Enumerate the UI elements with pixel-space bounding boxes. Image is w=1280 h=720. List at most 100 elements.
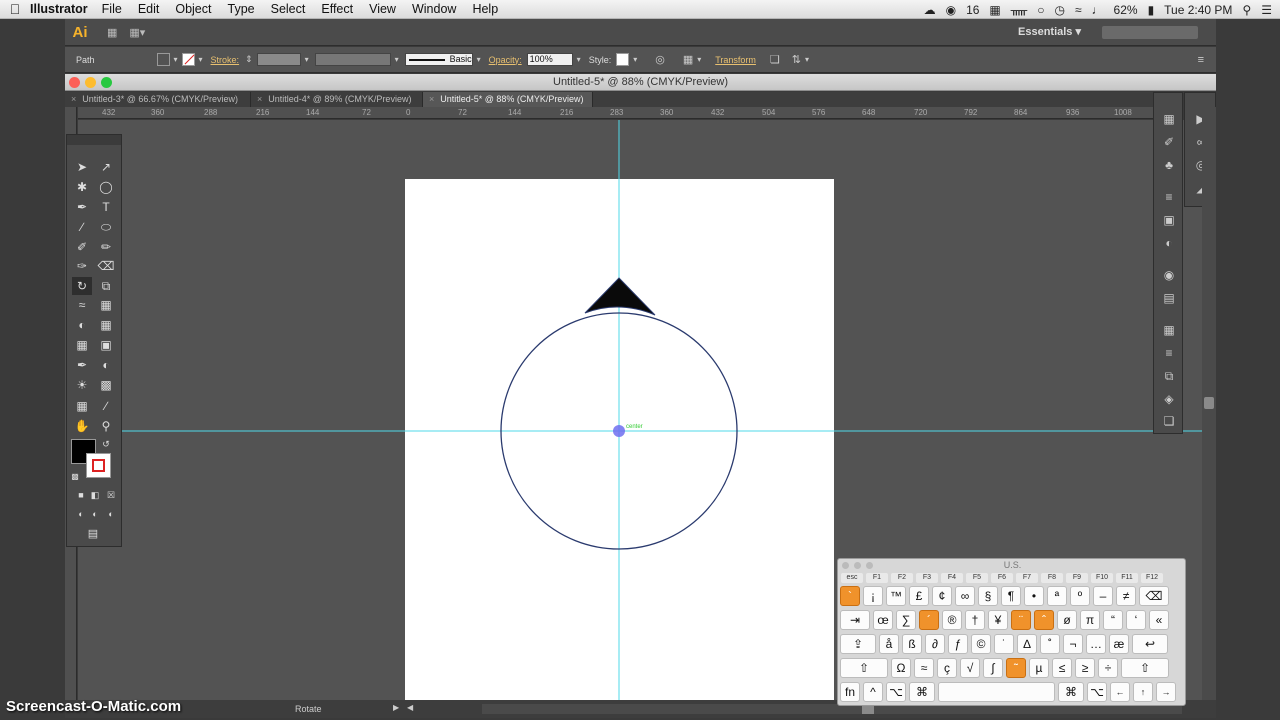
- magic-wand-tool-icon[interactable]: ✱: [72, 178, 92, 196]
- key-command-left[interactable]: ⌘: [909, 682, 935, 702]
- keyboard-key[interactable]: ∞: [955, 586, 975, 606]
- menu-help[interactable]: Help: [472, 2, 498, 16]
- bluetooth-icon[interactable]: ᚅ: [1011, 3, 1027, 17]
- keyboard-key[interactable]: ¬: [1063, 634, 1083, 654]
- key-space[interactable]: [938, 682, 1055, 702]
- keyboard-key[interactable]: ´: [919, 610, 939, 630]
- keyboard-key[interactable]: ˙: [994, 634, 1014, 654]
- line-tool-icon[interactable]: ∕: [72, 218, 92, 236]
- keyboard-key[interactable]: ≈: [914, 658, 934, 678]
- key-f7[interactable]: F7: [1016, 573, 1038, 583]
- close-tab-icon[interactable]: ×: [429, 94, 434, 104]
- workspace-switcher[interactable]: Essentials ▾: [1018, 25, 1081, 38]
- appearance-panel-icon[interactable]: ◉: [1159, 267, 1179, 283]
- blend-tool-icon[interactable]: ◐: [96, 356, 116, 374]
- keyboard-key[interactable]: ß: [902, 634, 922, 654]
- keyboard-key[interactable]: «: [1149, 610, 1169, 630]
- arrowhead-shape[interactable]: [584, 277, 656, 316]
- keyboard-key[interactable]: †: [965, 610, 985, 630]
- chevron-down-icon[interactable]: ▾: [633, 55, 637, 64]
- mesh-tool-icon[interactable]: ▦: [72, 336, 92, 354]
- menu-view[interactable]: View: [369, 2, 396, 16]
- keyboard-key[interactable]: …: [1086, 634, 1106, 654]
- keyboard-key[interactable]: º: [1070, 586, 1090, 606]
- gradient-tool-icon[interactable]: ▣: [96, 336, 116, 354]
- align-icon[interactable]: ▦: [683, 53, 693, 66]
- keyboard-key[interactable]: ¶: [1001, 586, 1021, 606]
- perspective-grid-tool-icon[interactable]: ▦: [96, 316, 116, 334]
- menu-object[interactable]: Object: [175, 2, 211, 16]
- keyboard-key[interactable]: ∂: [925, 634, 945, 654]
- chevron-down-icon[interactable]: ▾: [174, 55, 178, 64]
- keyboard-key[interactable]: ≤: [1052, 658, 1072, 678]
- keyboard-key[interactable]: ª: [1047, 586, 1067, 606]
- time-machine-icon[interactable]: ◷: [1054, 3, 1064, 17]
- key-arrow-right[interactable]: →: [1156, 682, 1176, 702]
- graphic-styles-panel-icon[interactable]: ▤: [1159, 290, 1179, 306]
- keyboard-key[interactable]: ≠: [1116, 586, 1136, 606]
- pencil-tool-icon[interactable]: ✏: [96, 238, 116, 256]
- keyboard-key[interactable]: £: [909, 586, 929, 606]
- keyboard-key[interactable]: ™: [886, 586, 906, 606]
- stroke-label[interactable]: Stroke:: [211, 55, 240, 65]
- keyboard-key[interactable]: ˜: [1006, 658, 1026, 678]
- keyboard-key[interactable]: •: [1024, 586, 1044, 606]
- opacity-field[interactable]: 100%: [526, 53, 573, 66]
- chevron-down-icon[interactable]: ▾: [577, 55, 581, 64]
- variable-width-field[interactable]: [314, 53, 391, 66]
- keyboard-key[interactable]: §: [978, 586, 998, 606]
- horizontal-ruler[interactable]: 432 360 288 216 144 72 0 72 144 216 283 …: [78, 107, 1153, 119]
- app-icon[interactable]: ▦: [989, 3, 1000, 17]
- keyboard-key[interactable]: ©: [971, 634, 991, 654]
- rotate-origin-point[interactable]: [613, 425, 625, 437]
- key-f11[interactable]: F11: [1116, 573, 1138, 583]
- rotate-tool-icon[interactable]: ↻: [72, 277, 92, 295]
- artboards-panel-icon[interactable]: ❏: [1159, 413, 1179, 429]
- clock[interactable]: Tue 2:40 PM: [1164, 3, 1232, 17]
- keyboard-key[interactable]: æ: [1109, 634, 1129, 654]
- arrange-documents-icon[interactable]: ▦▾: [129, 26, 145, 39]
- scale-tool-icon[interactable]: ⧉: [96, 277, 116, 295]
- minimize-window-button[interactable]: [85, 77, 96, 88]
- sync-icon[interactable]: ◉: [946, 3, 956, 17]
- status-menu-icon[interactable]: ▶: [393, 703, 399, 712]
- arrange-icon[interactable]: ⇅: [792, 53, 801, 66]
- keyboard-key[interactable]: ¥: [988, 610, 1008, 630]
- close-tab-icon[interactable]: ×: [257, 94, 262, 104]
- transform-panel-icon[interactable]: ▦: [1159, 322, 1179, 338]
- key-command-right[interactable]: ⌘: [1058, 682, 1084, 702]
- key-arrow-left[interactable]: ←: [1110, 682, 1130, 702]
- transparency-panel-icon[interactable]: ◐: [1159, 235, 1179, 251]
- blob-brush-tool-icon[interactable]: ✑: [72, 257, 92, 275]
- keyboard-key[interactable]: ≥: [1075, 658, 1095, 678]
- spotlight-icon[interactable]: ⚲: [1242, 3, 1251, 17]
- selection-tool-icon[interactable]: ➤: [72, 158, 92, 176]
- draw-inside-icon[interactable]: ◐: [101, 505, 121, 523]
- keyboard-key[interactable]: ∑: [896, 610, 916, 630]
- keyboard-key[interactable]: π: [1080, 610, 1100, 630]
- close-tab-icon[interactable]: ×: [71, 94, 76, 104]
- bridge-icon[interactable]: ▦: [107, 26, 117, 39]
- key-tab[interactable]: ⇥: [840, 610, 870, 630]
- layers-panel-icon[interactable]: ◈: [1159, 391, 1179, 407]
- key-f9[interactable]: F9: [1066, 573, 1088, 583]
- keyboard-key[interactable]: ¡: [863, 586, 883, 606]
- graph-tool-icon[interactable]: ▩: [96, 376, 116, 394]
- none-mode-icon[interactable]: ☒: [101, 486, 121, 504]
- keyboard-key[interactable]: `: [840, 586, 860, 606]
- stroke-swatch[interactable]: [181, 53, 195, 66]
- chevron-down-icon[interactable]: ▾: [477, 55, 481, 64]
- direct-selection-tool-icon[interactable]: ↗: [96, 158, 116, 176]
- keyboard-key[interactable]: √: [960, 658, 980, 678]
- key-f12[interactable]: F12: [1141, 573, 1163, 583]
- brush-definition[interactable]: Basic: [404, 53, 473, 66]
- key-arrow-up[interactable]: ↑: [1133, 682, 1153, 702]
- notification-center-icon[interactable]: ☰: [1261, 3, 1272, 17]
- shape-builder-tool-icon[interactable]: ◐: [72, 316, 92, 334]
- key-delete[interactable]: ⌫: [1139, 586, 1169, 606]
- tab-untitled-3[interactable]: × Untitled-3* @ 66.67% (CMYK/Preview): [65, 92, 251, 107]
- keyboard-key[interactable]: ∫: [983, 658, 1003, 678]
- style-swatch[interactable]: [616, 53, 630, 66]
- paintbrush-tool-icon[interactable]: ✐: [72, 238, 92, 256]
- swatches-panel-icon[interactable]: ▦: [1159, 111, 1179, 127]
